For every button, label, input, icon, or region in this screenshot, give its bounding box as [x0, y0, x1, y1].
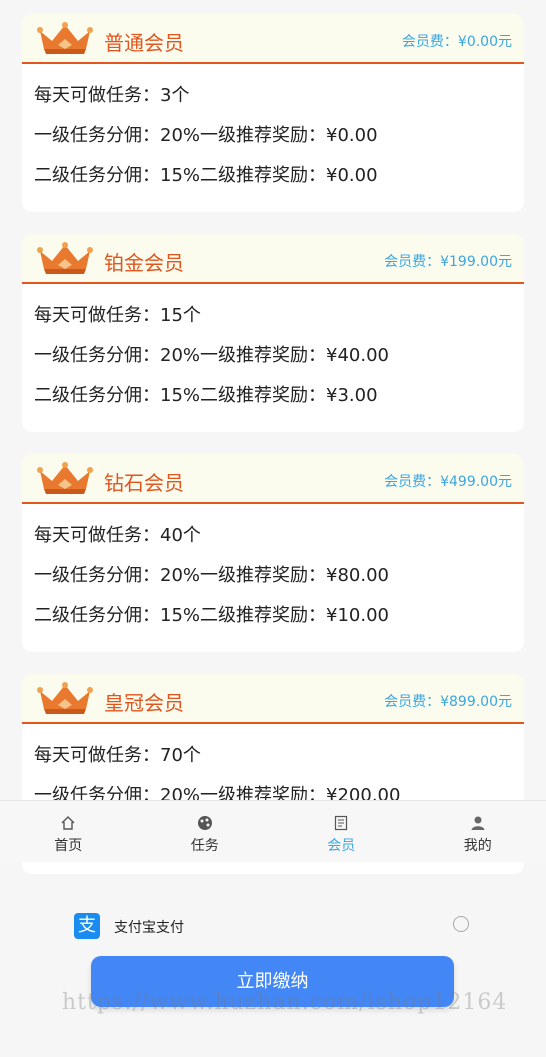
- card-header: 铂金会员 会员费：¥199.00元: [22, 234, 524, 284]
- level-name: 皇冠会员: [104, 691, 184, 715]
- tab-profile[interactable]: 我的: [410, 801, 546, 863]
- payment-radio[interactable]: [453, 916, 469, 932]
- tier1-commission: 一级任务分佣：20%一级推荐奖励：¥0.00: [34, 125, 378, 146]
- payment-sheet-edge: [22, 862, 524, 874]
- daily-tasks: 每天可做任务：40个: [34, 525, 201, 546]
- payment-method-alipay[interactable]: 支 支付宝支付: [74, 913, 474, 941]
- daily-tasks: 每天可做任务：70个: [34, 745, 201, 766]
- tier2-commission: 二级任务分佣：15%二级推荐奖励：¥0.00: [34, 165, 378, 186]
- tab-task[interactable]: 任务: [137, 801, 274, 863]
- profile-icon: [471, 816, 485, 830]
- card-header: 钻石会员 会员费：¥499.00元: [22, 454, 524, 504]
- membership-card-regular[interactable]: 普通会员 会员费：¥0.00元 每天可做任务：3个 一级任务分佣：20%一级推荐…: [22, 14, 524, 212]
- task-icon: [197, 816, 212, 830]
- daily-tasks: 每天可做任务：3个: [34, 85, 190, 106]
- crown-icon: [37, 242, 93, 274]
- membership-fee: 会员费：¥0.00元: [401, 34, 512, 50]
- membership-card-platinum[interactable]: 铂金会员 会员费：¥199.00元 每天可做任务：15个 一级任务分佣：20%一…: [22, 234, 524, 432]
- membership-fee: 会员费：¥199.00元: [384, 254, 512, 270]
- crown-icon: [37, 22, 93, 54]
- tier1-commission: 一级任务分佣：20%一级推荐奖励：¥80.00: [34, 565, 389, 586]
- tab-member[interactable]: 会员: [273, 801, 410, 863]
- crown-icon: [37, 682, 93, 714]
- membership-fee: 会员费：¥499.00元: [384, 474, 512, 490]
- tab-label: 首页: [54, 838, 83, 854]
- home-icon: [61, 816, 75, 830]
- membership-card-diamond[interactable]: 钻石会员 会员费：¥499.00元 每天可做任务：40个 一级任务分佣：20%一…: [22, 454, 524, 652]
- level-name: 铂金会员: [104, 251, 184, 275]
- card-header: 皇冠会员 会员费：¥899.00元: [22, 674, 524, 724]
- member-icon: [335, 815, 348, 831]
- membership-fee: 会员费：¥899.00元: [384, 694, 512, 710]
- bottom-tab-bar: 首页 任务 会员 我的: [0, 800, 546, 863]
- tab-label: 我的: [463, 838, 492, 854]
- tab-home[interactable]: 首页: [0, 801, 137, 863]
- tier2-commission: 二级任务分佣：15%二级推荐奖励：¥3.00: [34, 385, 378, 406]
- tab-label: 会员: [327, 838, 356, 854]
- alipay-icon: 支: [74, 913, 100, 939]
- watermark-text: https://www.huzhan.com/ishop12164: [62, 990, 508, 1015]
- tab-label: 任务: [190, 838, 219, 854]
- crown-icon: [37, 462, 93, 494]
- payment-method-label: 支付宝支付: [114, 920, 184, 936]
- tier2-commission: 二级任务分佣：15%二级推荐奖励：¥10.00: [34, 605, 389, 626]
- level-name: 钻石会员: [104, 471, 184, 495]
- daily-tasks: 每天可做任务：15个: [34, 305, 201, 326]
- card-header: 普通会员 会员费：¥0.00元: [22, 14, 524, 64]
- tier1-commission: 一级任务分佣：20%一级推荐奖励：¥40.00: [34, 345, 389, 366]
- level-name: 普通会员: [104, 31, 184, 55]
